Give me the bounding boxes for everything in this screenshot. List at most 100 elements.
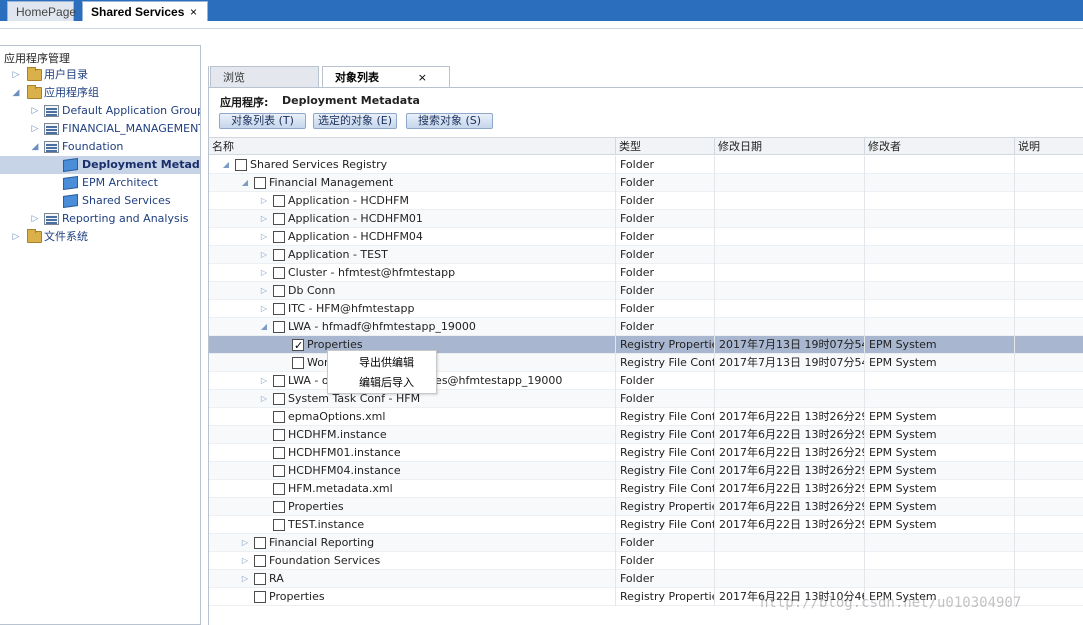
row-checkbox[interactable] xyxy=(254,537,266,549)
row-checkbox[interactable] xyxy=(273,267,285,279)
expand-arrow-icon[interactable]: ▷ xyxy=(259,210,269,228)
tab-homepage[interactable]: HomePage xyxy=(7,1,76,21)
tab-browse[interactable]: 浏览 xyxy=(210,66,319,87)
table-row[interactable]: HCDHFM01.instance Registry File Content20… xyxy=(209,444,1083,462)
table-row[interactable]: ▷ Application - HCDHFM04 Folder xyxy=(209,228,1083,246)
table-row[interactable]: ◢ Shared Services Registry Folder xyxy=(209,156,1083,174)
row-checkbox[interactable] xyxy=(254,573,266,585)
collapse-arrow-icon[interactable]: ◢ xyxy=(221,156,231,174)
row-checkbox[interactable] xyxy=(273,393,285,405)
cell-modified-date xyxy=(715,246,865,264)
row-checkbox[interactable] xyxy=(273,501,285,513)
tree-node-default-application-group[interactable]: ▷ Default Application Group xyxy=(0,102,200,120)
cell-description xyxy=(1015,156,1083,174)
tab-shared-services[interactable]: Shared Services × xyxy=(82,1,208,21)
tree-node-epm-architect[interactable]: EPM Architect xyxy=(0,174,200,192)
menu-item-export-for-edit[interactable]: 导出供编辑 xyxy=(328,353,436,373)
collapse-arrow-icon[interactable]: ◢ xyxy=(259,318,269,336)
expand-arrow-icon[interactable]: ▷ xyxy=(11,66,21,84)
table-row[interactable]: ▷ Financial Reporting Folder xyxy=(209,534,1083,552)
table-row[interactable]: ▷ Application - HCDHFM01 Folder xyxy=(209,210,1083,228)
tree-node-deployment-metadata[interactable]: Deployment Metadat xyxy=(0,156,200,174)
collapse-arrow-icon[interactable]: ◢ xyxy=(30,138,40,156)
table-row[interactable]: ◢ Financial Management Folder xyxy=(209,174,1083,192)
table-row[interactable]: epmaOptions.xml Registry File Content2017… xyxy=(209,408,1083,426)
expand-arrow-icon[interactable]: ▷ xyxy=(11,228,21,246)
row-checkbox[interactable] xyxy=(273,321,285,333)
row-checkbox[interactable] xyxy=(254,591,266,603)
row-checkbox[interactable] xyxy=(273,411,285,423)
row-checkbox[interactable] xyxy=(254,177,266,189)
expand-arrow-icon[interactable]: ▷ xyxy=(259,372,269,390)
tree-node-reporting-and-analysis[interactable]: ▷ Reporting and Analysis xyxy=(0,210,200,228)
row-checkbox[interactable] xyxy=(273,375,285,387)
row-checkbox[interactable] xyxy=(273,465,285,477)
table-row[interactable]: HFM.metadata.xml Registry File Content201… xyxy=(209,480,1083,498)
row-checkbox[interactable] xyxy=(273,429,285,441)
row-checkbox[interactable] xyxy=(273,447,285,459)
row-name: HCDHFM.instance xyxy=(288,428,387,441)
expand-arrow-icon[interactable]: ▷ xyxy=(30,102,40,120)
tree-node-financial-management[interactable]: ▷ FINANCIAL_MANAGEMENT_I xyxy=(0,120,200,138)
row-checkbox[interactable] xyxy=(292,337,304,355)
tree-node-label: Deployment Metadat xyxy=(82,158,201,171)
row-checkbox[interactable] xyxy=(254,555,266,567)
cell-name: HCDHFM04.instance xyxy=(209,462,616,480)
tree-node-user-directories[interactable]: ▷ 用户目录 xyxy=(0,66,200,84)
object-list-button[interactable]: 对象列表 (T) xyxy=(219,113,306,129)
row-checkbox[interactable] xyxy=(273,519,285,531)
row-checkbox[interactable] xyxy=(273,195,285,207)
expand-arrow-icon[interactable]: ▷ xyxy=(259,300,269,318)
table-row[interactable]: ▷ Application - HCDHFM Folder xyxy=(209,192,1083,210)
row-checkbox[interactable] xyxy=(273,231,285,243)
tree-node-foundation[interactable]: ◢ Foundation xyxy=(0,138,200,156)
row-checkbox[interactable] xyxy=(273,213,285,225)
search-objects-button[interactable]: 搜索对象 (S) xyxy=(406,113,493,129)
row-checkbox[interactable] xyxy=(273,249,285,261)
expand-arrow-icon[interactable]: ▷ xyxy=(30,210,40,228)
tree-node-file-system[interactable]: ▷ 文件系统 xyxy=(0,228,200,246)
tab-object-list[interactable]: 对象列表 × xyxy=(322,66,450,87)
selected-objects-button[interactable]: 选定的对象 (E) xyxy=(313,113,397,129)
row-checkbox[interactable] xyxy=(235,159,247,171)
column-header-name[interactable]: 名称 xyxy=(209,138,616,155)
table-row[interactable]: ▷ RA Folder xyxy=(209,570,1083,588)
menu-item-import-after-edit[interactable]: 编辑后导入 xyxy=(328,373,436,393)
column-header-modified-by[interactable]: 修改者 xyxy=(865,138,1015,155)
column-header-description[interactable]: 说明 xyxy=(1015,138,1083,155)
tree-node-application-groups[interactable]: ◢ 应用程序组 xyxy=(0,84,200,102)
expand-arrow-icon[interactable]: ▷ xyxy=(240,570,250,588)
expand-arrow-icon[interactable]: ▷ xyxy=(259,246,269,264)
row-checkbox[interactable] xyxy=(273,483,285,495)
table-row[interactable]: HCDHFM04.instance Registry File Content20… xyxy=(209,462,1083,480)
expand-arrow-icon[interactable]: ▷ xyxy=(30,120,40,138)
table-row[interactable]: ▷ Cluster - hfmtest@hfmtestapp Folder xyxy=(209,264,1083,282)
expand-arrow-icon[interactable]: ▷ xyxy=(259,282,269,300)
row-checkbox[interactable] xyxy=(273,303,285,315)
row-checkbox[interactable] xyxy=(292,357,304,369)
expand-arrow-icon[interactable]: ▷ xyxy=(259,228,269,246)
expand-arrow-icon[interactable]: ▷ xyxy=(240,534,250,552)
expand-arrow-icon[interactable]: ▷ xyxy=(259,264,269,282)
column-header-type[interactable]: 类型 xyxy=(616,138,715,155)
collapse-arrow-icon[interactable]: ◢ xyxy=(240,174,250,192)
column-header-modified-date[interactable]: 修改日期 xyxy=(715,138,865,155)
table-row[interactable]: ▷ Db Conn Folder xyxy=(209,282,1083,300)
expand-arrow-icon[interactable]: ▷ xyxy=(240,552,250,570)
expand-arrow-icon[interactable]: ▷ xyxy=(259,192,269,210)
table-row[interactable]: ▷ Foundation Services Folder xyxy=(209,552,1083,570)
row-name: Properties xyxy=(288,500,344,513)
close-icon[interactable]: × xyxy=(418,67,427,88)
table-row[interactable]: ▷ Application - TEST Folder xyxy=(209,246,1083,264)
table-row[interactable]: ▷ ITC - HFM@hfmtestapp Folder xyxy=(209,300,1083,318)
collapse-arrow-icon[interactable]: ◢ xyxy=(11,84,21,102)
table-row[interactable]: HCDHFM.instance Registry File Content2017… xyxy=(209,426,1083,444)
table-row[interactable]: TEST.instance Registry File Content2017年6… xyxy=(209,516,1083,534)
row-checkbox[interactable] xyxy=(273,285,285,297)
table-row[interactable]: ◢ LWA - hfmadf@hfmtestapp_19000 Folder xyxy=(209,318,1083,336)
tree-node-shared-services[interactable]: Shared Services xyxy=(0,192,200,210)
expand-arrow-icon[interactable]: ▷ xyxy=(259,390,269,408)
close-icon[interactable]: × xyxy=(190,2,197,22)
table-row[interactable]: Properties Registry Properties 2017年6月22日 … xyxy=(209,498,1083,516)
folder-icon xyxy=(27,67,42,81)
